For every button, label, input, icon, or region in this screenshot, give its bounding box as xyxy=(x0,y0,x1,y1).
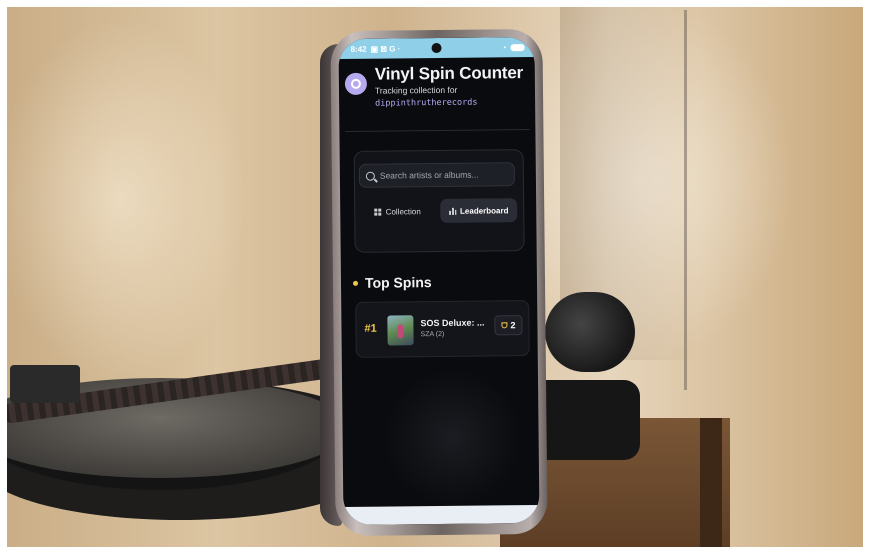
tonearm-pivot xyxy=(545,292,635,372)
photo-scene: 8:42 ▣ ⊠ G · ◔ Vinyl Spin Counter Tracki… xyxy=(0,0,870,554)
phone-screen: 8:42 ▣ ⊠ G · ◔ Vinyl Spin Counter Tracki… xyxy=(338,36,540,526)
cartridge xyxy=(10,365,80,403)
app-title: Vinyl Spin Counter xyxy=(374,63,524,84)
controls-card: Search artists or albums... Collection L… xyxy=(353,149,525,253)
status-time: 8:42 xyxy=(350,44,367,54)
screen-reflection xyxy=(381,367,524,509)
spin-count: 2 xyxy=(510,320,516,331)
trophy-icon xyxy=(501,322,508,329)
app-subtitle: Tracking collection for xyxy=(374,84,458,96)
username: dippinthrutherecords xyxy=(375,97,478,109)
app-header: Vinyl Spin Counter Tracking collection f… xyxy=(344,63,529,110)
vinyl-record-icon xyxy=(344,72,368,95)
status-notification-icons: ▣ ⊠ G · xyxy=(370,43,401,54)
tab-leaderboard-label: Leaderboard xyxy=(459,205,509,216)
top-spins-heading: Top Spins xyxy=(352,274,432,291)
artist-name: SZA (2) xyxy=(420,330,445,339)
search-placeholder: Search artists or albums... xyxy=(379,169,479,181)
spin-count-badge: 2 xyxy=(494,315,523,336)
battery-icon xyxy=(510,43,525,51)
screen-bottom-glare xyxy=(343,504,540,526)
dust-cover-edge xyxy=(684,10,687,390)
album-title: SOS Deluxe: ... xyxy=(420,317,485,329)
tab-leaderboard[interactable]: Leaderboard xyxy=(440,198,518,223)
tab-collection-label: Collection xyxy=(385,206,421,217)
search-input[interactable]: Search artists or albums... xyxy=(358,162,515,188)
front-camera xyxy=(431,42,442,54)
album-cover xyxy=(387,315,414,346)
search-icon xyxy=(365,171,375,181)
rank-label: #1 xyxy=(364,322,377,335)
table-edge xyxy=(700,418,722,554)
wifi-icon: ◔ xyxy=(501,42,507,52)
bullet-dot-icon xyxy=(352,280,359,286)
bar-chart-icon xyxy=(448,207,457,215)
header-divider xyxy=(345,129,530,132)
grid-icon xyxy=(374,208,382,216)
smartphone: 8:42 ▣ ⊠ G · ◔ Vinyl Spin Counter Tracki… xyxy=(330,28,548,537)
view-tabs: Collection Leaderboard xyxy=(359,198,518,224)
tab-collection[interactable]: Collection xyxy=(359,199,436,224)
leaderboard-row[interactable]: #1 SOS Deluxe: ... SZA (2) 2 xyxy=(355,300,530,358)
section-title: Top Spins xyxy=(364,274,432,291)
